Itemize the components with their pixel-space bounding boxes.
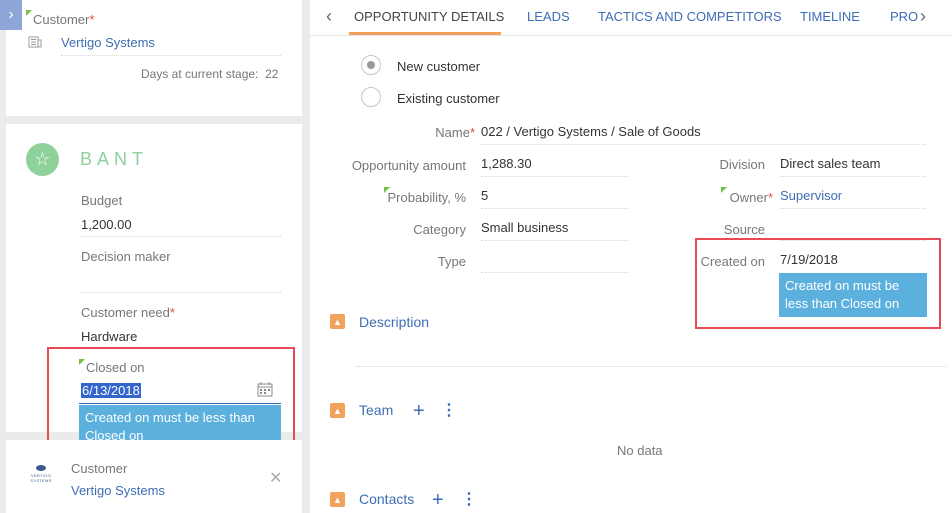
name-label: Name* (435, 125, 475, 140)
team-empty-message: No data (617, 443, 663, 458)
owner-label: Owner* (729, 190, 773, 205)
customer-link[interactable]: Vertigo Systems (61, 35, 155, 50)
probability-field[interactable]: 5 (481, 188, 488, 203)
chevron-right-icon: › (8, 6, 14, 23)
divider (81, 236, 281, 237)
divider (481, 272, 629, 273)
edited-flag-icon (79, 359, 85, 365)
closed-on-label: Closed on (86, 360, 145, 375)
budget-label: Budget (81, 193, 123, 208)
edited-flag-icon (26, 10, 32, 16)
close-icon[interactable]: ✕ (269, 468, 282, 488)
chevron-left-icon[interactable]: ‹ (326, 6, 332, 27)
category-field[interactable]: Small business (481, 220, 568, 235)
customer-need-field[interactable]: Hardware (81, 329, 137, 344)
existing-customer-radio[interactable] (361, 87, 381, 107)
probability-label: Probability, % (387, 190, 466, 205)
decision-maker-label: Decision maker (81, 249, 171, 264)
customer-need-label: Customer need* (81, 305, 175, 320)
divider (481, 144, 926, 145)
left-panel: › Customer* Vertigo Systems Days at curr… (0, 0, 310, 513)
team-section-title[interactable]: Team (359, 402, 393, 418)
chevron-up-icon[interactable]: ▲ (330, 403, 345, 418)
closed-on-field[interactable]: 6/13/2018 (81, 383, 141, 398)
budget-field[interactable]: 1,200.00 (81, 217, 132, 232)
created-on-label: Created on (700, 254, 765, 269)
created-on-error: Created on must be less than Closed on (779, 273, 927, 317)
bant-title: BANT (80, 149, 149, 169)
more-options-icon[interactable]: ⋮ (461, 492, 477, 508)
expand-panel-button[interactable]: › (0, 0, 22, 30)
new-customer-radio[interactable] (361, 55, 381, 75)
divider (81, 292, 281, 293)
customer-label: Customer* (33, 12, 95, 27)
created-on-field[interactable]: 7/19/2018 (780, 252, 838, 267)
main-panel: ‹ OPPORTUNITY DETAILS LEADS TACTICS AND … (310, 0, 952, 513)
closed-on-value: 6/13/2018 (81, 383, 141, 398)
division-field[interactable]: Direct sales team (780, 156, 880, 171)
add-contact-button[interactable]: + (432, 490, 444, 510)
chevron-right-icon[interactable]: › (920, 6, 926, 27)
more-options-icon[interactable]: ⋮ (441, 403, 457, 419)
calendar-icon[interactable] (257, 381, 273, 397)
divider (481, 176, 629, 177)
source-label: Source (723, 222, 765, 237)
type-label: Type (437, 254, 466, 269)
chevron-up-icon[interactable]: ▲ (330, 314, 345, 329)
tab-bar: ‹ OPPORTUNITY DETAILS LEADS TACTICS AND … (310, 0, 952, 36)
divider (481, 208, 629, 209)
new-customer-label: New customer (397, 59, 481, 74)
existing-customer-label: Existing customer (397, 91, 500, 106)
amount-label: Opportunity amount (351, 158, 466, 173)
customer-mini-card: VERTIGO SYSTEMS Customer Vertigo Systems… (6, 440, 302, 513)
amount-field[interactable]: 1,288.30 (481, 156, 532, 171)
divider (356, 366, 946, 367)
star-icon: ☆ (26, 143, 59, 176)
tab-tactics-and-competitors[interactable]: TACTICS AND COMPETITORS (598, 9, 782, 24)
customer-mini-label: Customer (71, 461, 128, 476)
division-label: Division (719, 157, 765, 172)
description-section-title[interactable]: Description (359, 314, 429, 330)
customer-card: Customer* Vertigo Systems Days at curren… (6, 0, 302, 116)
tab-timeline[interactable]: TIMELINE (800, 9, 860, 24)
add-team-member-button[interactable]: + (413, 401, 425, 421)
customer-mini-link[interactable]: Vertigo Systems (71, 483, 165, 498)
tab-leads[interactable]: LEADS (527, 9, 570, 24)
divider (780, 176, 926, 177)
owner-link[interactable]: Supervisor (780, 188, 842, 203)
active-tab-indicator (349, 32, 501, 35)
divider (61, 55, 281, 56)
building-icon (28, 36, 42, 48)
divider (780, 208, 926, 209)
contacts-section-title[interactable]: Contacts (359, 491, 414, 507)
closed-on-underline (79, 403, 281, 404)
chevron-up-icon[interactable]: ▲ (330, 492, 345, 507)
name-field[interactable]: 022 / Vertigo Systems / Sale of Goods (481, 124, 701, 139)
tab-opportunity-details[interactable]: OPPORTUNITY DETAILS (354, 9, 504, 24)
category-label: Category (413, 222, 466, 237)
vertigo-logo: VERTIGO SYSTEMS (23, 465, 59, 485)
days-at-stage: Days at current stage: 22 (141, 67, 279, 81)
divider (481, 240, 629, 241)
